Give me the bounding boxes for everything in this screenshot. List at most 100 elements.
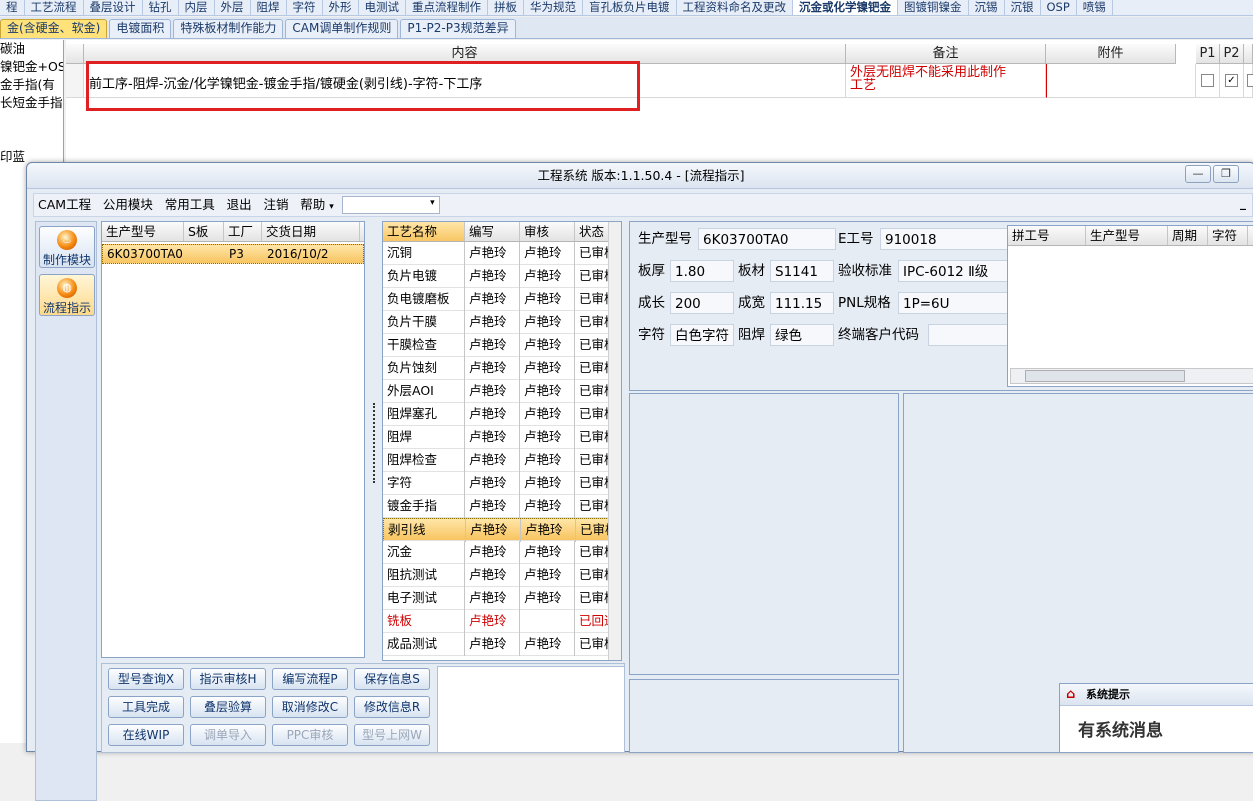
left-list-item[interactable]: 镍钯金+OSP <box>0 58 63 76</box>
menu-exit[interactable]: 退出 <box>223 194 256 216</box>
sub-tab[interactable]: 电镀面积 <box>109 19 172 38</box>
col-panel-no[interactable]: 拼工号 <box>1008 226 1086 245</box>
process-row[interactable]: 负片蚀刻 卢艳玲 卢艳玲 已审核 <box>383 357 621 380</box>
process-row[interactable]: 剥引线 卢艳玲 卢艳玲 已审核 <box>383 518 621 542</box>
action-button[interactable]: 叠层验算 <box>190 696 266 718</box>
left-list-item[interactable]: 碳油 <box>0 40 63 58</box>
grid-header-p1[interactable]: P1 <box>1196 44 1220 64</box>
process-row[interactable]: 沉金 卢艳玲 卢艳玲 已审核 <box>383 541 621 564</box>
action-button[interactable]: 编写流程P <box>272 668 348 690</box>
process-row[interactable]: 干膜检查 卢艳玲 卢艳玲 已审核 <box>383 334 621 357</box>
col-process-name[interactable]: 工艺名称 <box>383 222 465 241</box>
grid-header-p2[interactable]: P2 <box>1220 44 1244 64</box>
col-panel-model[interactable]: 生产型号 <box>1086 226 1168 245</box>
sub-tab[interactable]: 金(含硬金、软金) <box>0 19 108 38</box>
left-list-item[interactable]: 金手指(有 <box>0 76 63 94</box>
col-cycle[interactable]: 周期 <box>1168 226 1208 245</box>
p3-checkbox[interactable] <box>1247 74 1253 87</box>
col-model[interactable]: 生产型号 <box>102 222 184 241</box>
left-list-item[interactable]: 长短金手指 <box>0 94 63 112</box>
menu-common-tools[interactable]: 常用工具 <box>161 194 219 216</box>
module-tab[interactable]: 钻孔 <box>143 0 179 15</box>
module-tab[interactable]: 工艺流程 <box>25 0 84 15</box>
action-button[interactable]: 型号查询X <box>108 668 184 690</box>
col-char[interactable]: 字符 <box>1208 226 1248 245</box>
process-row[interactable]: 阻焊 卢艳玲 卢艳玲 已审核 <box>383 426 621 449</box>
col-delivery-date[interactable]: 交货日期 <box>262 222 360 241</box>
module-tab[interactable]: 阻焊 <box>251 0 287 15</box>
remark-line-1: 外层无阻焊不能采用此制作 <box>850 65 1007 80</box>
menu-cam[interactable]: CAM工程 <box>34 194 95 216</box>
col-factory[interactable]: 工厂 <box>224 222 262 241</box>
row-selector[interactable] <box>66 64 84 98</box>
process-row[interactable]: 阻焊塞孔 卢艳玲 卢艳玲 已审核 <box>383 403 621 426</box>
process-scrollbar[interactable] <box>608 222 621 660</box>
process-row[interactable]: 沉铜 卢艳玲 卢艳玲 已审核 <box>383 242 621 265</box>
module-tab[interactable]: 喷锡 <box>1077 0 1113 15</box>
module-tab[interactable]: 字符 <box>287 0 323 15</box>
process-row[interactable]: 外层AOI 卢艳玲 卢艳玲 已审核 <box>383 380 621 403</box>
nav-flow-guide[interactable]: ◍ 流程指示 <box>39 274 95 316</box>
menu-help[interactable]: 帮助 ▾ <box>296 194 338 216</box>
order-row[interactable]: 6K03700TA0 P3 2016/10/2 <box>102 244 364 264</box>
sub-tab[interactable]: P1-P2-P3规范差异 <box>400 19 516 38</box>
action-button[interactable]: 修改信息R <box>354 696 430 718</box>
col-s-board[interactable]: S板 <box>184 222 224 241</box>
grid-header-attachment[interactable]: 附件 <box>1046 44 1176 64</box>
process-row[interactable]: 阻抗测试 卢艳玲 卢艳玲 已审核 <box>383 564 621 587</box>
menu-logout[interactable]: 注销 <box>259 194 292 216</box>
rule-remark-cell[interactable]: 外层无阻焊不能采用此制作 工艺 <box>846 64 1046 98</box>
process-row[interactable]: 字符 卢艳玲 卢艳玲 已审核 <box>383 472 621 495</box>
module-tab[interactable]: 沉锡 <box>969 0 1005 15</box>
process-row[interactable]: 镀金手指 卢艳玲 卢艳玲 已审核 <box>383 495 621 518</box>
col-writer[interactable]: 编写 <box>465 222 520 241</box>
process-row[interactable]: 成品测试 卢艳玲 卢艳玲 已审核 <box>383 633 621 656</box>
module-tab[interactable]: 外形 <box>323 0 359 15</box>
module-tab[interactable]: 程 <box>0 0 25 15</box>
module-tab[interactable]: 工程资料命名及更改 <box>677 0 793 15</box>
process-row[interactable]: 负片电镀 卢艳玲 卢艳玲 已审核 <box>383 265 621 288</box>
action-button[interactable]: 工具完成 <box>108 696 184 718</box>
module-tab[interactable]: OSP <box>1041 0 1077 15</box>
mdi-minimize-button[interactable]: _ <box>1240 196 1246 210</box>
menu-combo[interactable]: ▾ <box>341 196 440 214</box>
module-tab[interactable]: 拼板 <box>488 0 524 15</box>
left-list-item[interactable] <box>0 112 63 130</box>
restore-button[interactable]: ❐ <box>1213 165 1239 183</box>
process-row[interactable]: 电子测试 卢艳玲 卢艳玲 已审核 <box>383 587 621 610</box>
menu-public-module[interactable]: 公用模块 <box>99 194 157 216</box>
minimize-button[interactable]: — <box>1185 165 1211 183</box>
module-tab[interactable]: 盲孔板负片电镀 <box>583 0 677 15</box>
module-tab[interactable]: 内层 <box>179 0 215 15</box>
module-tab[interactable]: 外层 <box>215 0 251 15</box>
grid-header-remark[interactable]: 备注 <box>846 44 1046 64</box>
action-button[interactable]: 取消修改C <box>272 696 348 718</box>
action-button[interactable]: 保存信息S <box>354 668 430 690</box>
action-button[interactable]: 指示审核H <box>190 668 266 690</box>
module-tab[interactable]: 沉金或化学镍钯金 <box>793 0 898 15</box>
nav-make-module[interactable]: ♨ 制作模块 <box>39 226 95 268</box>
panel-grid-hscrollbar[interactable] <box>1010 368 1253 384</box>
left-list-item[interactable] <box>0 130 63 148</box>
module-tab[interactable]: 图镀铜镍金 <box>898 0 969 15</box>
process-row[interactable]: 负片干膜 卢艳玲 卢艳玲 已审核 <box>383 311 621 334</box>
module-tab[interactable]: 华为规范 <box>524 0 583 15</box>
module-tab[interactable]: 沉银 <box>1005 0 1041 15</box>
window-titlebar[interactable]: 工程系统 版本:1.1.50.4 - [流程指示] <box>27 163 1253 189</box>
scroll-thumb[interactable] <box>1025 370 1185 382</box>
rule-attachment-cell[interactable] <box>1046 64 1196 98</box>
module-tab[interactable]: 重点流程制作 <box>406 0 488 15</box>
col-checker[interactable]: 审核 <box>520 222 575 241</box>
panel-splitter[interactable] <box>373 403 379 483</box>
module-tab[interactable]: 电测试 <box>359 0 406 15</box>
process-name: 干膜检查 <box>383 334 465 357</box>
sub-tab[interactable]: CAM调单制作规则 <box>285 19 399 38</box>
p2-checkbox[interactable]: ✓ <box>1225 74 1238 87</box>
mask-label: 阻焊 <box>738 327 765 343</box>
process-row[interactable]: 铣板 卢艳玲 已回退 <box>383 610 621 633</box>
process-row[interactable]: 阻焊检查 卢艳玲 卢艳玲 已审核 <box>383 449 621 472</box>
process-row[interactable]: 负电镀磨板 卢艳玲 卢艳玲 已审核 <box>383 288 621 311</box>
module-tab[interactable]: 叠层设计 <box>84 0 143 15</box>
sub-tab[interactable]: 特殊板材制作能力 <box>173 19 284 38</box>
p1-checkbox[interactable] <box>1201 74 1214 87</box>
